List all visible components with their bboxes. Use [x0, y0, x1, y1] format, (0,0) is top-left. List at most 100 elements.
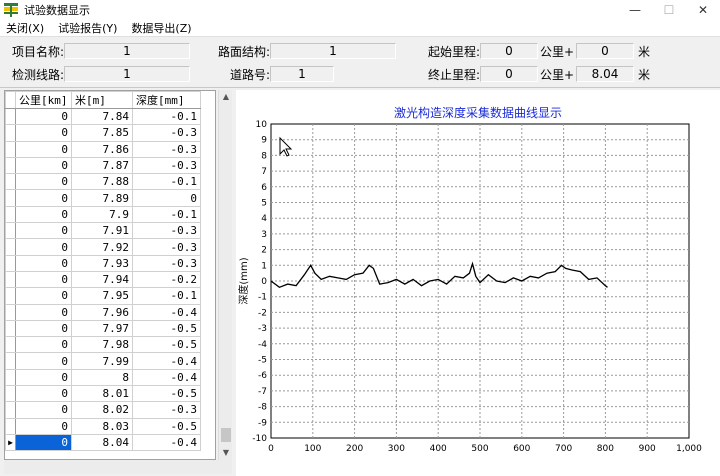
cell-km[interactable]: 0: [15, 124, 72, 142]
table-row[interactable]: 0 7.99 -0.4: [5, 352, 201, 370]
cell-km[interactable]: 0: [15, 254, 72, 272]
row-selector[interactable]: [5, 385, 16, 403]
table-row[interactable]: 0 7.98 -0.5: [5, 336, 201, 354]
cell-km[interactable]: 0: [15, 433, 72, 452]
cell-depth[interactable]: 0: [132, 189, 201, 207]
cell-km[interactable]: 0: [15, 156, 72, 175]
table-row[interactable]: 0 7.96 -0.4: [5, 303, 201, 321]
cell-depth[interactable]: -0.3: [132, 124, 201, 142]
cell-km[interactable]: 0: [15, 270, 72, 289]
table-row[interactable]: 0 7.95 -0.1: [5, 287, 201, 305]
cell-km[interactable]: 0: [15, 401, 72, 419]
row-selector[interactable]: [5, 287, 16, 305]
cell-depth[interactable]: -0.4: [132, 368, 201, 387]
cell-m[interactable]: 8.02: [71, 401, 133, 419]
header-km[interactable]: 公里[km]: [15, 91, 72, 109]
cell-m[interactable]: 7.92: [71, 238, 133, 256]
row-selector[interactable]: [5, 107, 16, 126]
cell-m[interactable]: 7.97: [71, 319, 133, 338]
table-row[interactable]: 0 7.97 -0.5: [5, 319, 201, 338]
cell-depth[interactable]: -0.1: [132, 173, 201, 191]
menu-data-export[interactable]: 数据导出(Z): [131, 20, 191, 36]
header-m[interactable]: 米[m]: [71, 91, 133, 109]
cell-depth[interactable]: -0.5: [132, 417, 201, 435]
cell-m[interactable]: 7.91: [71, 222, 133, 240]
cell-m[interactable]: 7.99: [71, 352, 133, 370]
cell-m[interactable]: 7.98: [71, 336, 133, 354]
grid-vertical-scrollbar[interactable]: ▲ ▼: [218, 90, 232, 460]
cell-depth[interactable]: -0.5: [132, 319, 201, 338]
cell-km[interactable]: 0: [15, 189, 72, 207]
cell-m[interactable]: 7.96: [71, 303, 133, 321]
cell-m[interactable]: 7.86: [71, 140, 133, 158]
table-row[interactable]: 0 8 -0.4: [5, 368, 201, 387]
table-row[interactable]: 0 7.85 -0.3: [5, 124, 201, 142]
cell-depth[interactable]: -0.1: [132, 107, 201, 126]
row-selector[interactable]: [5, 156, 16, 175]
line-field[interactable]: 1: [64, 66, 190, 82]
cell-m[interactable]: 8.01: [71, 385, 133, 403]
table-row[interactable]: 0 7.86 -0.3: [5, 140, 201, 158]
row-selector[interactable]: [5, 254, 16, 272]
table-row[interactable]: 0 7.92 -0.3: [5, 238, 201, 256]
close-button[interactable]: ✕: [686, 0, 720, 20]
cell-km[interactable]: 0: [15, 173, 72, 191]
menu-close[interactable]: 关闭(X): [6, 20, 44, 36]
cell-km[interactable]: 0: [15, 417, 72, 435]
cell-m[interactable]: 7.95: [71, 287, 133, 305]
cell-depth[interactable]: -0.3: [132, 140, 201, 158]
cell-km[interactable]: 0: [15, 368, 72, 387]
cell-m[interactable]: 7.93: [71, 254, 133, 272]
table-row[interactable]: 0 7.87 -0.3: [5, 156, 201, 175]
cell-km[interactable]: 0: [15, 140, 72, 158]
cell-m[interactable]: 8: [71, 368, 133, 387]
row-selector[interactable]: [5, 205, 16, 224]
cell-depth[interactable]: -0.3: [132, 222, 201, 240]
menu-test-report[interactable]: 试验报告(Y): [58, 20, 117, 36]
start-m-field[interactable]: 0: [576, 43, 634, 59]
cell-m[interactable]: 7.87: [71, 156, 133, 175]
cell-km[interactable]: 0: [15, 385, 72, 403]
cell-km[interactable]: 0: [15, 222, 72, 240]
minimize-button[interactable]: —: [618, 0, 652, 20]
cell-depth[interactable]: -0.3: [132, 254, 201, 272]
row-selector[interactable]: [5, 173, 16, 191]
row-selector[interactable]: [5, 238, 16, 256]
cell-depth[interactable]: -0.3: [132, 156, 201, 175]
row-selector[interactable]: [5, 303, 16, 321]
row-selector[interactable]: [5, 189, 16, 207]
maximize-button[interactable]: ☐: [652, 0, 686, 20]
row-selector[interactable]: [5, 368, 16, 387]
cell-m[interactable]: 7.84: [71, 107, 133, 126]
table-row[interactable]: 0 8.03 -0.5: [5, 417, 201, 435]
cell-depth[interactable]: -0.1: [132, 287, 201, 305]
cell-km[interactable]: 0: [15, 303, 72, 321]
cell-depth[interactable]: -0.4: [132, 352, 201, 370]
end-km-field[interactable]: 0: [480, 66, 538, 82]
row-selector[interactable]: [5, 124, 16, 142]
scroll-down-icon[interactable]: ▼: [219, 446, 233, 460]
row-selector[interactable]: ▶: [5, 433, 16, 452]
cell-km[interactable]: 0: [15, 352, 72, 370]
cell-m[interactable]: 8.04: [71, 433, 133, 452]
table-row[interactable]: 0 8.02 -0.3: [5, 401, 201, 419]
cell-m[interactable]: 8.03: [71, 417, 133, 435]
row-selector[interactable]: [5, 352, 16, 370]
start-km-field[interactable]: 0: [480, 43, 538, 59]
row-selector[interactable]: [5, 319, 16, 338]
cell-depth[interactable]: -0.3: [132, 238, 201, 256]
table-row[interactable]: 0 7.93 -0.3: [5, 254, 201, 272]
cell-km[interactable]: 0: [15, 287, 72, 305]
cell-m[interactable]: 7.9: [71, 205, 133, 224]
cell-depth[interactable]: -0.3: [132, 401, 201, 419]
table-row[interactable]: 0 7.89 0: [5, 189, 201, 207]
row-selector[interactable]: [5, 270, 16, 289]
table-row[interactable]: 0 7.84 -0.1: [5, 107, 201, 126]
grid-horizontal-scrollbar[interactable]: [4, 460, 232, 474]
cell-km[interactable]: 0: [15, 205, 72, 224]
end-m-field[interactable]: 8.04: [576, 66, 634, 82]
table-row[interactable]: ▶ 0 8.04 -0.4: [5, 433, 201, 452]
cell-km[interactable]: 0: [15, 336, 72, 354]
cell-km[interactable]: 0: [15, 238, 72, 256]
table-row[interactable]: 0 7.88 -0.1: [5, 173, 201, 191]
